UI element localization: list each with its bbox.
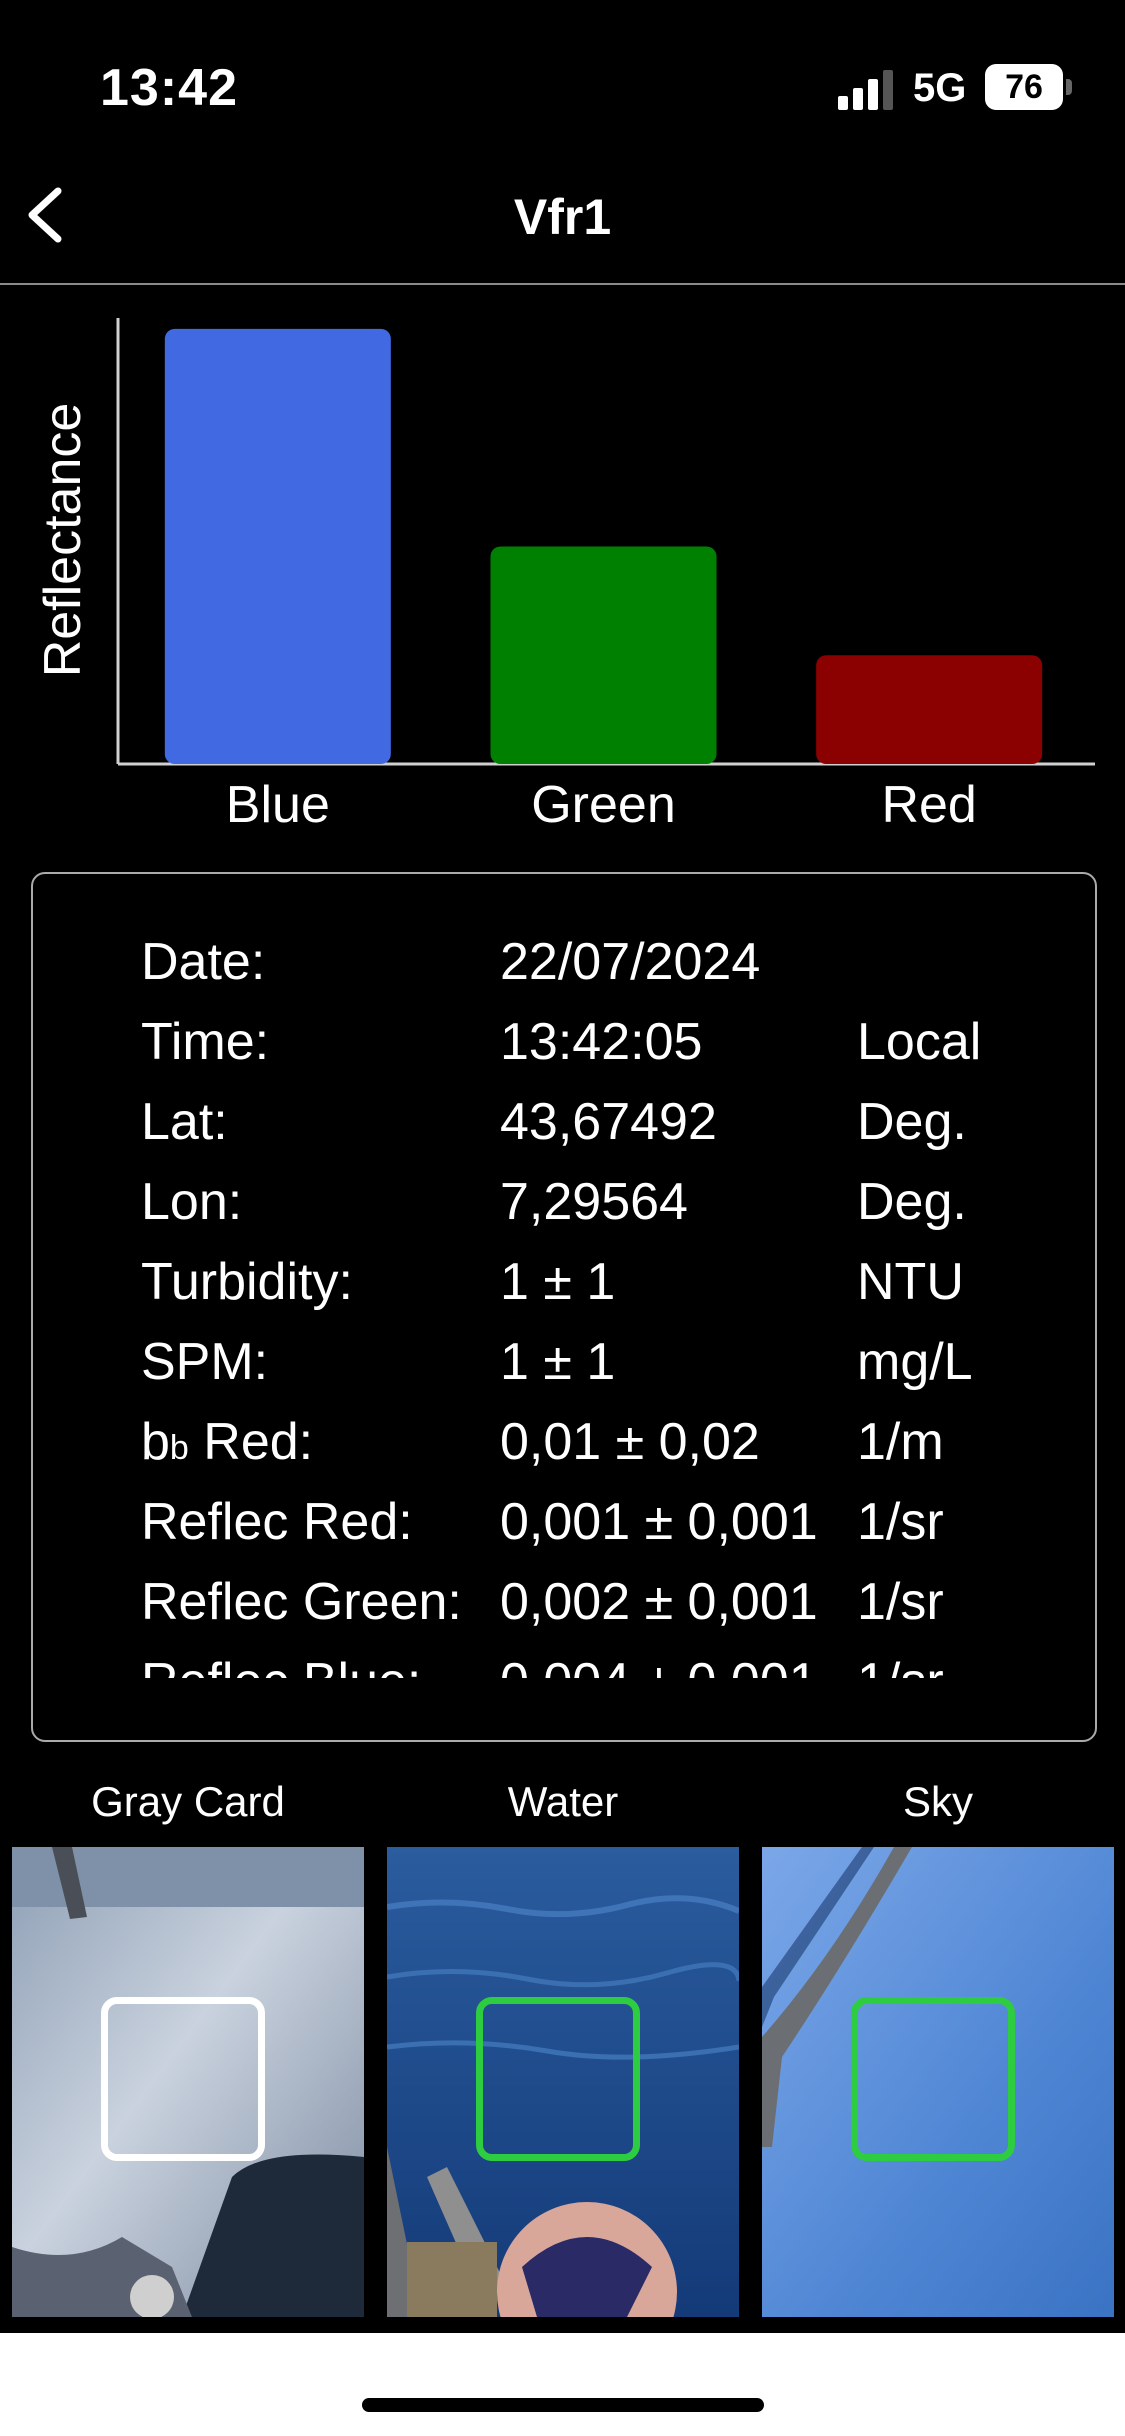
detail-unit: 1/sr — [857, 1652, 944, 1678]
detail-label-subscript: b — [169, 1429, 189, 1467]
detail-row-turbidity: Turbidity: 1 ± 1 NTU — [141, 1252, 1095, 1332]
detail-value: 13:42:05 — [500, 1013, 703, 1071]
detail-row-lat: Lat: 43,67492 Deg. — [141, 1092, 1095, 1172]
detail-unit: mg/L — [857, 1333, 973, 1391]
measurement-details-panel[interactable]: Date: 22/07/2024 Time: 13:42:05 Local La… — [31, 872, 1097, 1742]
x-tick-label-red: Red — [881, 776, 976, 834]
detail-unit: Deg. — [857, 1173, 967, 1231]
detail-value: 0,01 ± 0,02 — [500, 1413, 760, 1471]
detail-value: 1 ± 1 — [500, 1333, 616, 1391]
detail-row-reflec-red: Reflec Red: 0,001 ± 0,001 1/sr — [141, 1492, 1095, 1572]
gray-card-label: Gray Card — [91, 1778, 285, 1825]
detail-row-reflec-green: Reflec Green: 0,002 ± 0,001 1/sr — [141, 1572, 1095, 1652]
x-tick-label-green: Green — [531, 776, 676, 834]
detail-row-date: Date: 22/07/2024 — [141, 932, 1095, 1012]
x-tick-label-blue: Blue — [226, 776, 330, 834]
detail-row-spm: SPM: 1 ± 1 mg/L — [141, 1332, 1095, 1412]
detail-value: 0,002 ± 0,001 — [500, 1573, 818, 1631]
detail-value: 7,29564 — [500, 1173, 688, 1231]
battery-icon: 76 — [985, 64, 1063, 110]
detail-label: Date: — [141, 933, 266, 991]
bar-red — [816, 655, 1043, 764]
detail-row-reflec-blue: Reflec Blue: 0,004 ± 0,001 1/sr — [141, 1652, 1095, 1678]
status-time: 13:42 — [100, 59, 238, 117]
detail-label: Reflec Blue: — [141, 1652, 421, 1678]
water-photo[interactable] — [387, 1847, 739, 2317]
network-type: 5G — [913, 66, 967, 110]
detail-row-bb-red: bb Red: 0,01 ± 0,02 1/m — [141, 1412, 1095, 1492]
y-axis-label: Reflectance — [34, 403, 92, 678]
sky-roi-box — [851, 1997, 1015, 2161]
sky-label: Sky — [902, 1778, 973, 1825]
detail-label-rest: Red: — [188, 1413, 314, 1471]
detail-unit: NTU — [857, 1253, 964, 1311]
sky-photo[interactable] — [762, 1847, 1114, 2317]
page-title: Vfr1 — [513, 189, 612, 245]
detail-row-lon: Lon: 7,29564 Deg. — [141, 1172, 1095, 1252]
home-indicator[interactable] — [362, 2398, 764, 2412]
detail-unit: 1/sr — [857, 1493, 944, 1551]
gray-card-roi-box — [101, 1997, 265, 2161]
details-list: Date: 22/07/2024 Time: 13:42:05 Local La… — [141, 932, 1095, 1678]
water-label: Water — [507, 1778, 619, 1825]
detail-label: bb Red: — [141, 1412, 313, 1472]
detail-unit: 1/sr — [857, 1573, 944, 1631]
detail-label: Lat: — [141, 1093, 228, 1151]
detail-row-time: Time: 13:42:05 Local — [141, 1012, 1095, 1092]
detail-label-main: b — [141, 1413, 170, 1471]
detail-label: Reflec Green: — [141, 1573, 462, 1631]
cellular-signal-icon — [838, 70, 893, 110]
detail-unit: 1/m — [857, 1413, 944, 1471]
water-roi-box — [476, 1997, 640, 2161]
reflectance-bar-chart: Reflectance Blue Green Red — [34, 318, 1095, 834]
detail-label: Reflec Red: — [141, 1493, 413, 1551]
detail-value: 43,67492 — [500, 1093, 717, 1151]
battery-tip — [1066, 79, 1072, 95]
bar-blue — [164, 328, 391, 764]
detail-value: 22/07/2024 — [500, 933, 761, 991]
detail-value: 1 ± 1 — [500, 1253, 616, 1311]
bottom-bar — [0, 2333, 1125, 2436]
detail-value: 0,004 ± 0,001 — [500, 1652, 818, 1678]
detail-label: Lon: — [141, 1173, 243, 1231]
detail-label: Time: — [141, 1013, 270, 1071]
gray-card-photo[interactable] — [12, 1847, 364, 2317]
detail-label: SPM: — [141, 1333, 269, 1391]
detail-label: Turbidity: — [141, 1253, 353, 1311]
detail-unit: Local — [857, 1013, 982, 1071]
bar-green — [490, 546, 717, 764]
detail-unit: Deg. — [857, 1093, 967, 1151]
header-divider — [0, 283, 1125, 285]
battery-level: 76 — [1005, 67, 1043, 106]
detail-value: 0,001 ± 0,001 — [500, 1493, 818, 1551]
